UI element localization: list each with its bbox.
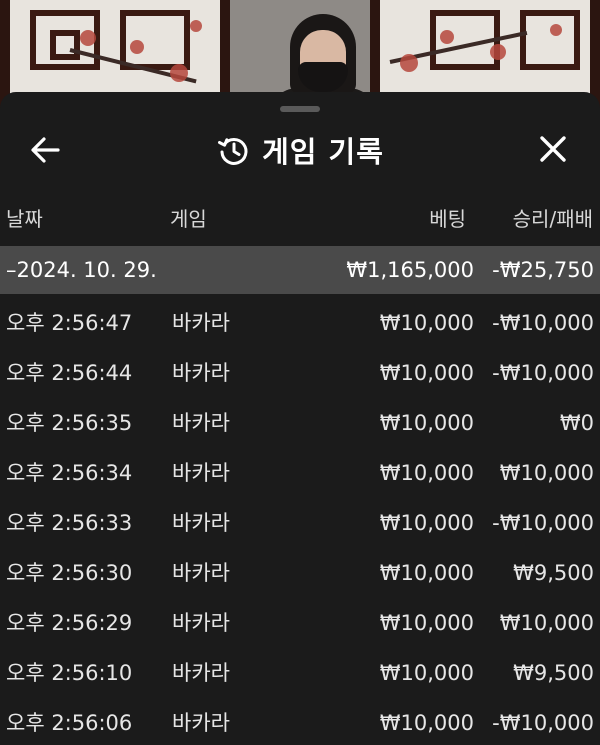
row-result: -₩10,000: [492, 311, 594, 335]
row-bet: ₩10,000: [379, 561, 474, 585]
row-result: ₩9,500: [513, 661, 594, 685]
page-title: 게임 기록: [262, 135, 384, 169]
summary-bet-total: ₩1,165,000: [346, 258, 474, 282]
row-game: 바카라: [172, 561, 230, 585]
close-button[interactable]: [530, 128, 576, 172]
row-bet: ₩10,000: [379, 311, 474, 335]
summary-result-total: -₩25,750: [492, 258, 594, 282]
row-time: 오후 2:56:44: [6, 361, 133, 385]
row-game: 바카라: [172, 461, 230, 485]
history-row[interactable]: 오후 2:56:33 바카라 ₩10,000 -₩10,000: [0, 498, 600, 548]
row-game: 바카라: [172, 411, 230, 435]
blossom-decor: [400, 54, 418, 72]
row-time: 오후 2:56:10: [6, 661, 133, 685]
row-time: 오후 2:56:35: [6, 411, 133, 435]
game-history-sheet: 게임 기록 날짜 게임 베팅 승리/패배 –2024. 10. 29. ₩1,1…: [0, 92, 600, 745]
row-time: 오후 2:56:30: [6, 561, 133, 585]
history-list: 오후 2:56:47 바카라 ₩10,000 -₩10,000 오후 2:56:…: [0, 298, 600, 745]
summary-date: –2024. 10. 29.: [6, 258, 157, 282]
history-row[interactable]: 오후 2:56:47 바카라 ₩10,000 -₩10,000: [0, 298, 600, 348]
sheet-title: 게임 기록: [0, 128, 600, 172]
lattice-decor: [120, 10, 190, 70]
row-bet: ₩10,000: [379, 511, 474, 535]
column-header-bet: 베팅: [429, 207, 466, 231]
row-time: 오후 2:56:29: [6, 611, 133, 635]
blossom-decor: [170, 64, 188, 82]
lattice-decor: [520, 10, 580, 70]
row-result: -₩10,000: [492, 511, 594, 535]
row-game: 바카라: [172, 361, 230, 385]
history-icon: [218, 137, 248, 165]
back-button[interactable]: [22, 130, 70, 170]
row-result: ₩10,000: [499, 461, 594, 485]
row-game: 바카라: [172, 661, 230, 685]
history-row[interactable]: 오후 2:56:34 바카라 ₩10,000 ₩10,000: [0, 448, 600, 498]
row-time: 오후 2:56:33: [6, 511, 133, 535]
blossom-decor: [130, 40, 144, 54]
row-game: 바카라: [172, 311, 230, 335]
lattice-decor: [50, 30, 80, 60]
history-row[interactable]: 오후 2:56:29 바카라 ₩10,000 ₩10,000: [0, 598, 600, 648]
history-row[interactable]: 오후 2:56:35 바카라 ₩10,000 ₩0: [0, 398, 600, 448]
row-bet: ₩10,000: [379, 461, 474, 485]
history-row[interactable]: 오후 2:56:10 바카라 ₩10,000 ₩9,500: [0, 648, 600, 698]
blossom-decor: [490, 44, 506, 60]
row-bet: ₩10,000: [379, 361, 474, 385]
sheet-drag-handle[interactable]: [280, 106, 320, 112]
row-game: 바카라: [172, 711, 230, 735]
history-row[interactable]: 오후 2:56:06 바카라 ₩10,000 -₩10,000: [0, 698, 600, 745]
row-game: 바카라: [172, 511, 230, 535]
row-time: 오후 2:56:47: [6, 311, 133, 335]
row-bet: ₩10,000: [379, 411, 474, 435]
date-summary-row[interactable]: –2024. 10. 29. ₩1,165,000 -₩25,750: [0, 246, 600, 294]
blossom-decor: [190, 20, 202, 32]
blossom-decor: [550, 24, 562, 36]
column-header-date: 날짜: [6, 207, 43, 231]
blossom-decor: [80, 30, 96, 46]
row-result: ₩9,500: [513, 561, 594, 585]
history-row[interactable]: 오후 2:56:44 바카라 ₩10,000 -₩10,000: [0, 348, 600, 398]
row-time: 오후 2:56:06: [6, 711, 133, 735]
row-bet: ₩10,000: [379, 711, 474, 735]
row-result: -₩10,000: [492, 711, 594, 735]
row-time: 오후 2:56:34: [6, 461, 133, 485]
column-header-result: 승리/패배: [512, 207, 593, 231]
row-game: 바카라: [172, 611, 230, 635]
row-bet: ₩10,000: [379, 661, 474, 685]
row-result: -₩10,000: [492, 361, 594, 385]
blossom-decor: [440, 30, 454, 44]
app-screen: 게임 기록 날짜 게임 베팅 승리/패배 –2024. 10. 29. ₩1,1…: [0, 0, 600, 745]
row-result: ₩0: [559, 411, 594, 435]
history-row[interactable]: 오후 2:56:30 바카라 ₩10,000 ₩9,500: [0, 548, 600, 598]
arrow-left-icon: [31, 137, 60, 163]
row-bet: ₩10,000: [379, 611, 474, 635]
row-result: ₩10,000: [499, 611, 594, 635]
column-header-game: 게임: [170, 207, 207, 231]
close-icon: [540, 136, 566, 162]
